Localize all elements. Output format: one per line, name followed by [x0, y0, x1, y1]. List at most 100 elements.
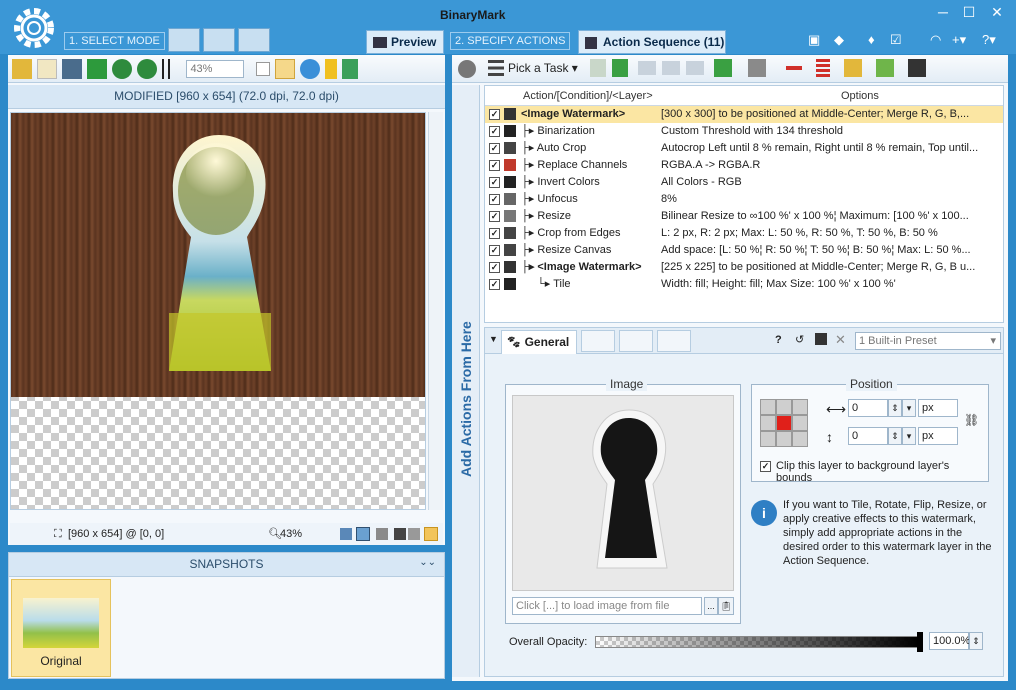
- y-dropdown[interactable]: ▾: [902, 427, 916, 445]
- opacity-input[interactable]: 100.0%: [929, 632, 970, 650]
- row-checkbox[interactable]: ✓: [489, 228, 500, 239]
- folder-mode-icon[interactable]: [203, 28, 235, 52]
- opacity-slider-handle[interactable]: [917, 632, 923, 652]
- x-dropdown[interactable]: ▾: [902, 399, 916, 417]
- table-row[interactable]: ✓ ├▸ Resize Bilinear Resize to ∞100 %' x 1…: [485, 208, 1003, 225]
- step-select-mode[interactable]: 1. SELECT MODE: [64, 32, 165, 50]
- x-unit-select[interactable]: px: [918, 399, 958, 417]
- table-row[interactable]: ✓ ├▸ Invert Colors All Colors - RGB: [485, 174, 1003, 191]
- row-checkbox[interactable]: ✓: [489, 262, 500, 273]
- checker-icon[interactable]: [376, 528, 388, 540]
- transfer-icon[interactable]: [341, 59, 358, 79]
- maximize-icon[interactable]: ☐: [956, 2, 982, 22]
- next-icon[interactable]: [137, 59, 158, 79]
- tab-general[interactable]: 🐾︎ General: [501, 330, 577, 354]
- tab-layers-icon[interactable]: [619, 330, 653, 352]
- delete-preset-icon[interactable]: ✕: [835, 332, 846, 348]
- link-icon[interactable]: ⛓︎: [964, 413, 979, 427]
- table-row[interactable]: ✓ ├▸ Crop from Edges L: 2 px, R: 2 px; Max…: [485, 225, 1003, 242]
- x-offset-input[interactable]: 0: [848, 399, 888, 417]
- minimize-icon[interactable]: ─: [930, 2, 956, 22]
- tab-preview[interactable]: Preview: [366, 30, 444, 54]
- x-spinner[interactable]: ⇕: [888, 399, 902, 417]
- opacity-slider[interactable]: [595, 636, 919, 648]
- align-bottom-right-icon[interactable]: [792, 431, 808, 447]
- pick-task-dropdown[interactable]: Pick a Task ▾: [508, 61, 578, 75]
- checklist-icon[interactable]: ☑: [890, 32, 902, 48]
- previous-icon[interactable]: [112, 59, 133, 79]
- y-offset-input[interactable]: 0: [848, 427, 888, 445]
- preview-canvas[interactable]: [10, 112, 426, 510]
- align-middle-left-icon[interactable]: [760, 415, 776, 431]
- batch-mode-icon[interactable]: [168, 28, 200, 52]
- load-preset-icon[interactable]: [876, 59, 894, 77]
- save-preset-icon[interactable]: [815, 333, 827, 345]
- opacity-spinner[interactable]: ⇕: [969, 632, 983, 650]
- row-checkbox[interactable]: ✓: [489, 211, 500, 222]
- save-icon[interactable]: [908, 59, 926, 77]
- align-top-center-icon[interactable]: [776, 399, 792, 415]
- add-layer-icon[interactable]: [748, 59, 766, 77]
- alignment-grid[interactable]: [760, 399, 808, 447]
- help-icon[interactable]: ?▾: [982, 32, 996, 48]
- add-actions-sidebar[interactable]: Add Actions From Here: [452, 85, 480, 677]
- remove-all-icon[interactable]: [816, 59, 830, 77]
- table-row[interactable]: ✓ ├▸ Auto Crop Autocrop Left until 8 % rem…: [485, 140, 1003, 157]
- move-last-icon[interactable]: [686, 61, 704, 75]
- schedule-mode-icon[interactable]: [238, 28, 270, 52]
- row-checkbox[interactable]: ✓: [489, 194, 500, 205]
- collapse-chevron-icon[interactable]: ⌄⌄: [419, 557, 436, 568]
- table-row[interactable]: ✓ <Image Watermark> [300 x 300] to be posi…: [485, 106, 1003, 123]
- open-folder-icon[interactable]: [12, 59, 32, 79]
- row-checkbox[interactable]: ✓: [489, 177, 500, 188]
- table-row[interactable]: ✓ └▸ Tile Width: fill; Height: fill; Max S…: [485, 276, 1003, 293]
- close-icon[interactable]: ✕: [984, 2, 1010, 22]
- row-checkbox[interactable]: ✓: [489, 109, 500, 120]
- lightbulb-icon[interactable]: ♦: [868, 32, 875, 47]
- row-checkbox[interactable]: ✓: [489, 279, 500, 290]
- row-checkbox[interactable]: ✓: [489, 126, 500, 137]
- histogram-icon[interactable]: [162, 59, 183, 79]
- tab-action-sequence[interactable]: Action Sequence (11): [578, 30, 726, 54]
- split-view-icon[interactable]: [274, 59, 295, 79]
- table-row[interactable]: ✓ ├▸ Unfocus 8%: [485, 191, 1003, 208]
- collapse-arrow-icon[interactable]: ▼: [489, 334, 498, 344]
- image-file-input[interactable]: Click [...] to load image from file: [512, 597, 702, 615]
- row-checkbox[interactable]: ✓: [489, 143, 500, 154]
- new-file-icon[interactable]: [37, 59, 58, 79]
- row-checkbox[interactable]: ✓: [489, 160, 500, 171]
- lightning-icon[interactable]: [324, 59, 337, 79]
- single-view-icon[interactable]: [255, 62, 270, 76]
- image-icon[interactable]: [62, 59, 83, 79]
- move-down-icon[interactable]: [612, 59, 628, 77]
- hand-tool-icon[interactable]: [424, 527, 438, 541]
- vertical-scrollbar[interactable]: [428, 112, 443, 510]
- zoom-select[interactable]: 43%: [186, 60, 245, 78]
- align-middle-center-icon[interactable]: [776, 415, 792, 431]
- refresh-icon[interactable]: [299, 59, 320, 79]
- align-top-left-icon[interactable]: [760, 399, 776, 415]
- move-left-icon[interactable]: [638, 61, 656, 75]
- reset-icon[interactable]: ↺: [795, 333, 804, 346]
- align-top-right-icon[interactable]: [792, 399, 808, 415]
- zoom-tool-icon[interactable]: [408, 528, 420, 540]
- console-icon[interactable]: ▣: [808, 32, 820, 48]
- y-unit-select[interactable]: px: [918, 427, 958, 445]
- tab-eyedropper-icon[interactable]: [581, 330, 615, 352]
- row-checkbox[interactable]: ✓: [489, 245, 500, 256]
- shield-icon[interactable]: ◆: [834, 32, 844, 48]
- app-menu-gear-icon[interactable]: [12, 6, 56, 50]
- browse-button[interactable]: ...: [704, 597, 718, 615]
- table-row[interactable]: ✓ ├▸ <Image Watermark> [225 x 225] to be p…: [485, 259, 1003, 276]
- wifi-icon[interactable]: ◠: [930, 32, 941, 48]
- table-row[interactable]: ✓ ├▸ Resize Canvas Add space: [L: 50 %¦ R:…: [485, 242, 1003, 259]
- fit-icon[interactable]: ⛶: [54, 523, 62, 545]
- table-row[interactable]: ✓ ├▸ Replace Channels RGBA.A -> RGBA.R: [485, 157, 1003, 174]
- clip-checkbox[interactable]: ✓: [760, 461, 771, 472]
- align-bottom-left-icon[interactable]: [760, 431, 776, 447]
- paste-icon[interactable]: 📋︎: [718, 597, 734, 615]
- y-spinner[interactable]: ⇕: [888, 427, 902, 445]
- help-circle-icon[interactable]: ?: [775, 334, 782, 346]
- actual-size-icon[interactable]: [356, 527, 370, 541]
- step-specify-actions[interactable]: 2. SPECIFY ACTIONS: [450, 32, 571, 50]
